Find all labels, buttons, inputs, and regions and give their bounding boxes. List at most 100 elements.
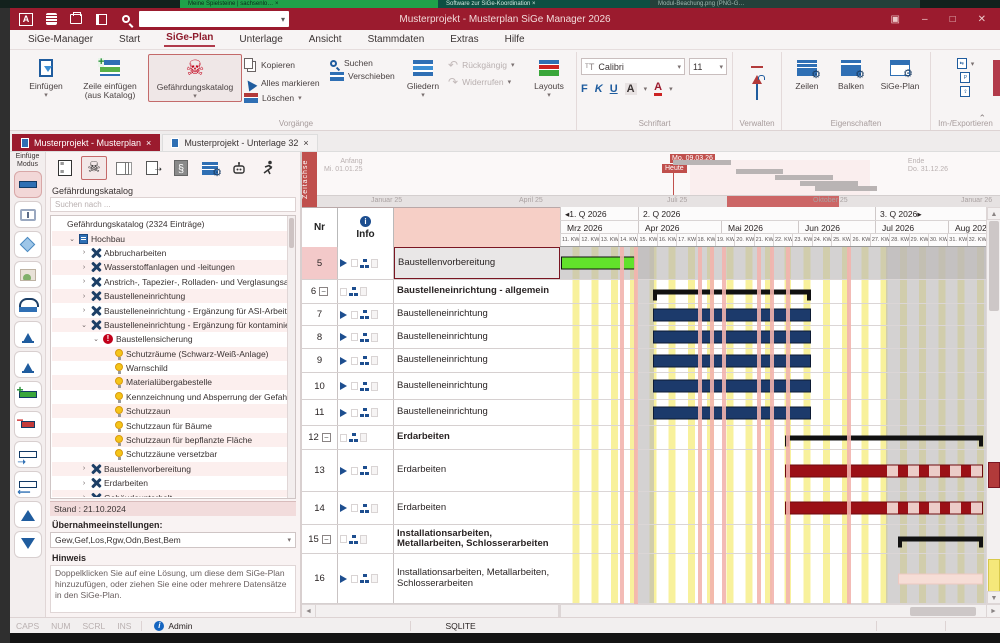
goto-arrow-icon[interactable] xyxy=(340,311,351,319)
tree-item[interactable]: ⌄Baustelleneinrichtung - Ergänzung für k… xyxy=(52,318,287,332)
tree-item[interactable]: ›Wasserstoffanlagen und -leitungen xyxy=(52,260,287,274)
robot-icon[interactable] xyxy=(226,156,252,180)
tree-item[interactable]: Warnschild xyxy=(52,361,287,375)
tree-item[interactable]: ›Anstrich-, Tapezier-, Rolladen- und Ver… xyxy=(52,275,287,289)
checkbox-icon[interactable] xyxy=(351,575,358,583)
vertical-scrollbar[interactable]: ▲ ▼ xyxy=(986,207,1000,604)
row-number-cell[interactable]: 16 xyxy=(302,554,338,603)
kopieren-button[interactable]: Kopieren xyxy=(244,58,328,72)
quarter-header-cell[interactable]: ◂1. Q 2026 xyxy=(560,207,638,220)
month-header-cell[interactable]: Apr 2026 xyxy=(638,221,721,234)
week-header-cell[interactable]: 27. KW xyxy=(870,234,889,246)
checkbox-icon[interactable] xyxy=(351,311,358,319)
menu-tab-start[interactable]: Start xyxy=(117,32,142,47)
table-row[interactable]: 12−Erdarbeiten xyxy=(302,426,560,450)
browser-tab[interactable]: Meine Spielsteine | sachsenlo… × xyxy=(180,0,438,8)
week-header-cell[interactable]: 20. KW xyxy=(734,234,753,246)
gantt-overview[interactable]: Zeitachse AnfangMi. 01.01.25 EndeDo. 31.… xyxy=(302,152,1000,207)
week-header-cell[interactable]: 28. KW xyxy=(889,234,908,246)
table-row[interactable]: 15−Installationsarbeiten, Metallarbeiten… xyxy=(302,525,560,554)
tree-expander-icon[interactable]: ⌄ xyxy=(92,335,100,343)
goto-arrow-icon[interactable] xyxy=(340,357,351,365)
gewerk-cell[interactable]: Baustellenvorbereitung xyxy=(394,247,560,279)
week-header-cell[interactable]: 31. KW xyxy=(947,234,966,246)
insert-mode-frame-milestone-button[interactable] xyxy=(14,201,42,228)
week-header-cell[interactable]: 15. KW xyxy=(637,234,656,246)
checklist-icon[interactable]: ≡≡ xyxy=(52,156,78,180)
row-info-cell[interactable] xyxy=(338,373,394,399)
zeitachse-tab[interactable]: Zeitachse xyxy=(302,152,317,207)
goto-arrow-icon[interactable] xyxy=(340,382,351,390)
widerrufen-button[interactable]: ↷Widerrufen ▾ xyxy=(448,75,524,89)
gewerk-cell[interactable]: Baustelleneinrichtung xyxy=(394,349,560,372)
month-header-cell[interactable]: Aug 2026 xyxy=(948,221,986,234)
tree-item[interactable]: ⌄Hochbau xyxy=(52,231,287,245)
checkbox-icon[interactable] xyxy=(351,382,358,390)
goto-arrow-icon[interactable] xyxy=(340,467,351,475)
row-number-cell[interactable]: 10 xyxy=(302,373,338,399)
collapse-icon[interactable]: − xyxy=(319,287,328,296)
checkbox-icon[interactable] xyxy=(351,333,358,341)
hierarchy-icon[interactable] xyxy=(349,287,358,296)
row-info-cell[interactable] xyxy=(338,426,394,449)
menu-tab-hilfe[interactable]: Hilfe xyxy=(503,32,527,47)
gliedern-button[interactable]: Gliedern▾ xyxy=(400,54,446,100)
month-header-cell[interactable]: Mrz 2026 xyxy=(560,221,638,234)
tree-expander-icon[interactable]: › xyxy=(80,293,88,300)
verschieben-button[interactable]: Verschieben xyxy=(330,71,398,81)
tree-expander-icon[interactable]: › xyxy=(80,278,88,285)
goto-arrow-icon[interactable] xyxy=(340,333,351,341)
hierarchy-icon[interactable] xyxy=(360,310,369,319)
summary-bar[interactable] xyxy=(898,537,983,542)
goto-arrow-icon[interactable] xyxy=(340,504,351,512)
paragraph-icon[interactable]: § xyxy=(168,156,194,180)
calendar-icon[interactable] xyxy=(756,82,758,100)
hscroll-thumb[interactable] xyxy=(910,607,976,616)
gewerk-cell[interactable]: Erdarbeiten xyxy=(394,492,560,524)
hierarchy-icon[interactable] xyxy=(360,259,369,268)
checkbox-icon[interactable] xyxy=(351,259,358,267)
week-header-cell[interactable]: 13. KW xyxy=(599,234,618,246)
row-info-cell[interactable] xyxy=(338,554,394,603)
goto-arrow-icon[interactable] xyxy=(340,259,351,267)
scroll-left-icon[interactable]: ◄ xyxy=(302,605,316,618)
gewerk-cell[interactable]: Erdarbeiten xyxy=(394,450,560,491)
insert-mode-milestone-diamond-button[interactable] xyxy=(14,231,42,258)
row-number-cell[interactable]: 11 xyxy=(302,400,338,425)
row-number-cell[interactable]: 7 xyxy=(302,304,338,325)
report-icon[interactable] xyxy=(92,12,110,26)
window-pin-icon[interactable]: ▣ xyxy=(891,14,900,25)
insert-mode-cone-check-button[interactable] xyxy=(14,321,42,348)
zeile-einfuegen-button[interactable]: Zeile einfügen (aus Katalog) xyxy=(74,54,146,100)
menu-tab-ansicht[interactable]: Ansicht xyxy=(307,32,344,47)
tree-item[interactable]: Materialübergabestelle xyxy=(52,375,287,389)
tree-scrollbar[interactable] xyxy=(287,216,295,498)
goto-arrow-icon[interactable] xyxy=(340,575,351,583)
checkbox-icon[interactable] xyxy=(351,504,358,512)
scroll-down-icon[interactable]: ▼ xyxy=(987,591,1000,604)
gewerk-cell[interactable]: Baustelleneinrichtung xyxy=(394,400,560,425)
insert-mode-cone-button[interactable] xyxy=(14,351,42,378)
pdf-export-button[interactable]: P xyxy=(960,72,970,83)
underline-button[interactable]: U xyxy=(610,83,618,95)
week-header-cell[interactable]: 30. KW xyxy=(928,234,947,246)
collapse-icon[interactable]: − xyxy=(322,535,331,544)
close-button[interactable]: ✕ xyxy=(978,14,986,25)
tree-item[interactable]: Kennzeichnung und Absperrung der Gefahre… xyxy=(52,390,287,404)
insert-mode-summary-arc-button[interactable] xyxy=(14,291,42,318)
menu-tab-sigeplan[interactable]: SiGe-Plan xyxy=(164,30,215,47)
row-info-cell[interactable] xyxy=(338,349,394,372)
week-header-cell[interactable]: 22. KW xyxy=(773,234,792,246)
hierarchy-icon[interactable] xyxy=(349,433,358,442)
insert-mode-task-bar-button[interactable] xyxy=(14,171,42,198)
week-header-cell[interactable]: 29. KW xyxy=(909,234,928,246)
gewerk-cell[interactable]: Baustelleneinrichtung xyxy=(394,326,560,348)
settings-bars-icon[interactable] xyxy=(197,156,223,180)
task-bar[interactable] xyxy=(785,502,983,515)
row-info-cell[interactable] xyxy=(338,280,394,303)
print-icon[interactable] xyxy=(67,12,85,26)
row-number-cell[interactable]: 13 xyxy=(302,450,338,491)
row-info-cell[interactable] xyxy=(338,326,394,348)
tree-item[interactable]: Schutzräume (Schwarz-Weiß-Anlage) xyxy=(52,347,287,361)
row-number-cell[interactable]: 6− xyxy=(302,280,338,303)
